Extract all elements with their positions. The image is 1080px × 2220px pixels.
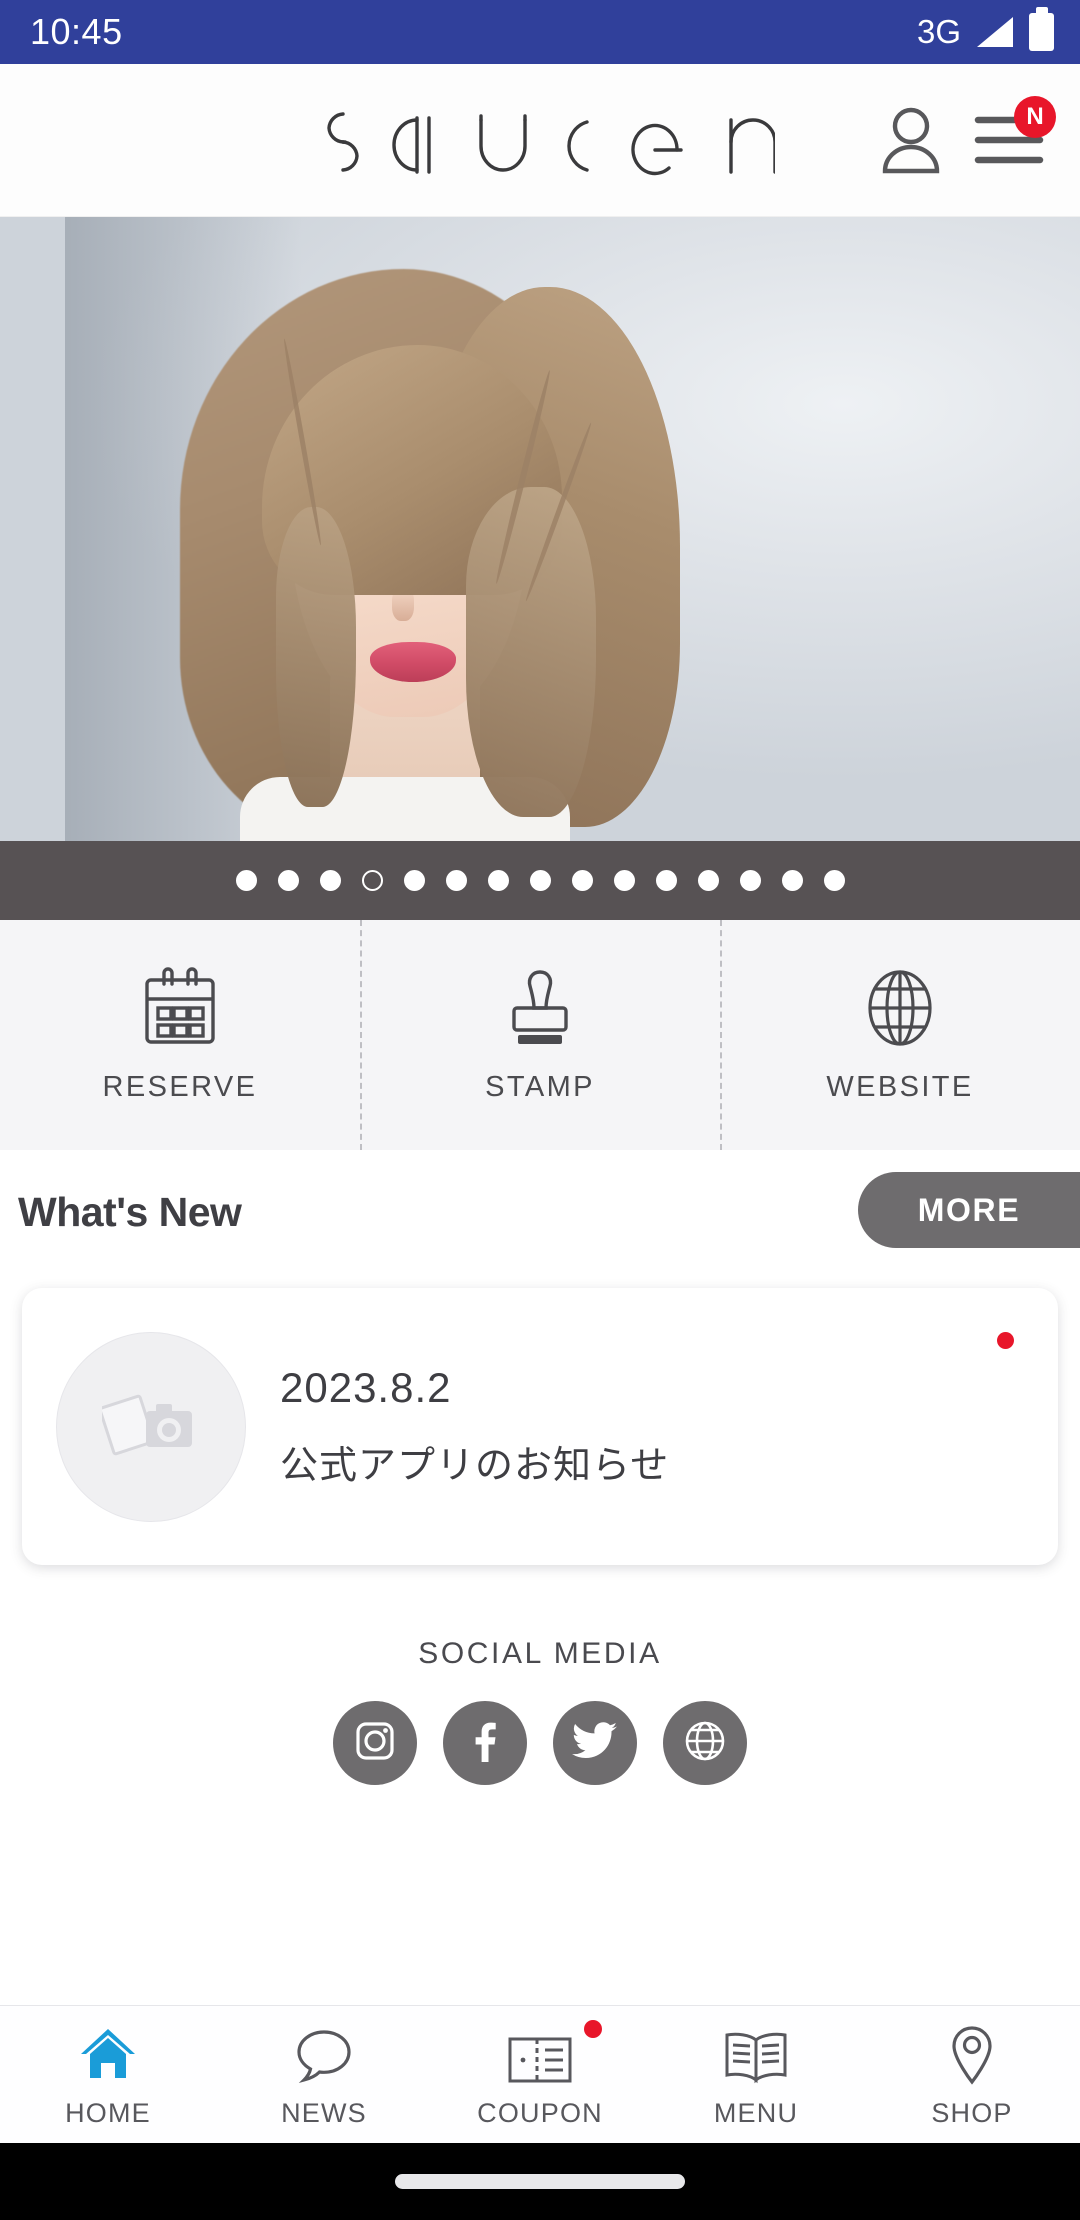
calendar-icon [140,966,220,1049]
location-pin-icon [947,2020,997,2086]
social-link-facebook[interactable] [443,1701,527,1785]
twitter-icon [572,1721,618,1766]
section-title-whats-new: What's New [18,1188,242,1235]
system-gesture-bar [0,2143,1080,2220]
carousel-dot-active[interactable] [361,870,383,891]
account-button[interactable] [878,105,944,175]
social-media-section: SOCIAL MEDIA [0,1637,1080,1785]
app-header: N [0,64,1080,217]
hero-carousel-slide[interactable] [0,217,1080,841]
quick-action-label: WEBSITE [826,1070,974,1103]
carousel-dot[interactable] [697,870,719,891]
quick-action-reserve[interactable]: RESERVE [0,920,360,1150]
news-thumbnail [56,1331,246,1522]
carousel-dot[interactable] [403,870,425,891]
network-type-label: 3G [916,13,961,50]
coupon-badge-dot [584,2020,602,2038]
header-actions: N [878,96,1080,175]
quick-action-label: STAMP [485,1070,595,1103]
news-item-title: 公式アプリのお知らせ [280,1445,670,1487]
social-link-twitter[interactable] [553,1701,637,1785]
nav-item-menu[interactable]: MENU [648,2006,864,2143]
carousel-dot[interactable] [613,870,635,891]
menu-notification-badge: N [1014,96,1056,138]
nav-label: MENU [713,2098,799,2128]
whats-new-more-button[interactable]: MORE [858,1172,1080,1248]
social-media-links [333,1701,747,1785]
news-item-text: 2023.8.2 公式アプリのお知らせ [280,1364,669,1489]
carousel-dot[interactable] [487,870,509,891]
social-media-title: SOCIAL MEDIA [418,1637,662,1670]
quick-action-label: RESERVE [102,1070,258,1103]
carousel-dot[interactable] [235,870,257,891]
speech-bubble-icon [294,2020,354,2086]
quick-action-website[interactable]: WEBSITE [720,920,1080,1150]
social-link-website[interactable] [663,1701,747,1785]
carousel-dot[interactable] [319,870,341,891]
status-indicators: 3G [917,13,1054,51]
carousel-dot[interactable] [739,870,761,891]
status-bar: 10:45 3G [0,0,1080,64]
signal-triangle-icon [977,17,1013,47]
globe-icon [861,967,939,1049]
nav-label: HOME [65,2098,151,2128]
nav-item-coupon[interactable]: COUPON [432,2006,648,2143]
carousel-dot[interactable] [277,870,299,891]
carousel-dot[interactable] [781,870,803,891]
person-icon [878,105,944,175]
status-time: 10:45 [30,11,123,52]
social-link-instagram[interactable] [333,1701,417,1785]
news-item-date: 2023.8.2 [280,1364,452,1411]
nav-label: NEWS [281,2098,367,2128]
carousel-dot[interactable] [571,870,593,891]
facebook-icon [463,1719,507,1768]
nav-label: SHOP [931,2098,1013,2128]
nav-item-home[interactable]: HOME [0,2006,216,2143]
battery-full-icon [1029,13,1054,51]
nav-item-news[interactable]: NEWS [216,2006,432,2143]
carousel-dot[interactable] [529,870,551,891]
menu-button[interactable]: N [974,96,1056,168]
home-gesture-handle[interactable] [395,2174,685,2189]
news-list-item[interactable]: 2023.8.2 公式アプリのお知らせ [22,1288,1058,1565]
coupon-ticket-icon [507,2020,573,2086]
bottom-navigation: HOME NEWS COUPON MENU SHOP [0,2005,1080,2143]
news-unread-badge [997,1332,1014,1349]
whats-new-header: What's New MORE [0,1150,1080,1274]
carousel-dots[interactable] [0,841,1080,920]
instagram-icon [353,1719,397,1768]
quick-actions: RESERVE STAMP WEBSITE [0,920,1080,1150]
news-and-social-area: 2023.8.2 公式アプリのお知らせ SOCIAL MEDIA [0,1274,1080,2005]
stamp-icon [502,967,578,1049]
carousel-dot[interactable] [823,870,845,891]
nav-label: COUPON [477,2098,603,2128]
hero-image [0,217,1080,841]
carousel-dot[interactable] [445,870,467,891]
globe-icon [683,1719,727,1768]
open-book-icon [722,2020,790,2086]
quick-action-stamp[interactable]: STAMP [360,920,720,1150]
home-icon [77,2020,139,2086]
app-screen: 10:45 3G N RESERVE STAMP WEBSITE What's … [0,0,1080,2220]
carousel-dot[interactable] [655,870,677,891]
photo-camera-placeholder-icon [98,1387,200,1466]
nav-item-shop[interactable]: SHOP [864,2006,1080,2143]
